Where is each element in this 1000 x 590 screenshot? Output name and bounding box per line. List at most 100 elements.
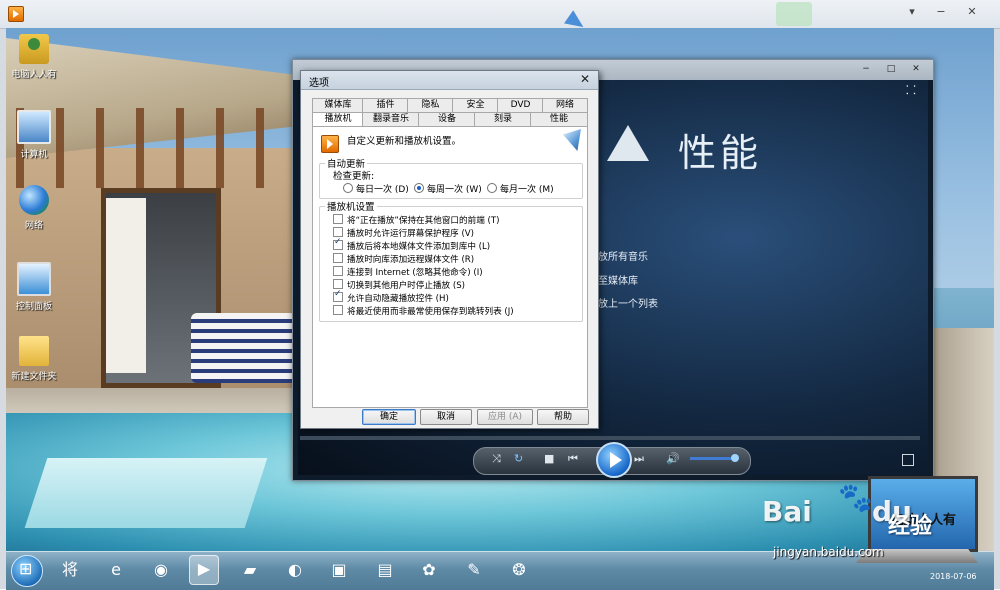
switch-to-now-playing-icon[interactable] — [902, 454, 914, 466]
help-button[interactable]: 帮助 — [537, 409, 589, 425]
checkbox-label: 播放时向库添加远程媒体文件 (R) — [347, 255, 475, 265]
paint-icon[interactable]: ✎ — [460, 557, 488, 583]
desktop-icon-label: 新建文件夹 — [11, 372, 57, 382]
checkbox-label: 将“正在播放”保持在其他窗口的前端 (T) — [347, 216, 500, 226]
baidu-watermark: Bai — [762, 495, 812, 528]
checkbox-add-remote-files[interactable]: 播放时向库添加远程媒体文件 (R) — [333, 253, 474, 265]
ok-button[interactable]: 确定 — [362, 409, 416, 425]
checkbox-box — [333, 227, 343, 237]
radio-label: 每周一次 (W) — [427, 185, 482, 195]
folder-icon — [19, 336, 49, 366]
desktop-icon-label: 电脑人人有 — [11, 70, 57, 80]
desktop-icon-network[interactable]: 网络 — [6, 185, 62, 231]
volume-slider-handle[interactable] — [731, 454, 739, 462]
repeat-icon[interactable]: ↻ — [514, 452, 523, 466]
wmp-heading: 性能 — [678, 131, 763, 175]
desktop-icon-label: 控制面板 — [15, 302, 52, 312]
checkbox-jumplist-recent[interactable]: 将最近使用而非最常使用保存到跳转列表 (J) — [333, 305, 514, 317]
checkbox-autohide-controls[interactable]: 允许自动隐藏播放控件 (H) — [333, 289, 449, 304]
tab-library[interactable]: 媒体库 — [312, 98, 364, 112]
checkbox-box — [333, 266, 343, 276]
tab-plugins[interactable]: 插件 — [362, 98, 409, 112]
dialog-title: 选项 — [309, 78, 329, 89]
control-panel-icon — [17, 262, 51, 296]
browser-icon[interactable]: ◐ — [281, 557, 309, 583]
outer-close-button[interactable]: ✕ — [962, 4, 982, 20]
taskbar-date: 2018-07-06 — [930, 572, 977, 581]
dialog-close-button[interactable]: ✕ — [580, 72, 590, 86]
wmp-minimize-button[interactable]: − — [859, 62, 873, 76]
wmp-maximize-button[interactable]: □ — [884, 62, 898, 76]
outer-titlebar: ▾ − ✕ — [0, 0, 1000, 29]
checkbox-box-checked — [333, 289, 343, 302]
volume-icon[interactable]: 🔊 — [666, 452, 680, 466]
play-button[interactable] — [596, 442, 632, 478]
chrome-icon[interactable]: ◉ — [147, 557, 175, 583]
checkbox-box — [333, 253, 343, 263]
radio-daily[interactable]: 每日一次 (D) — [343, 182, 409, 195]
grid-view-icon[interactable]: ⸬ — [906, 84, 918, 96]
desktop-icon-computer[interactable]: 计算机 — [6, 110, 62, 160]
tab-performance[interactable]: 性能 — [530, 112, 588, 126]
outer-restore-button[interactable]: − — [931, 4, 951, 20]
tab-burn[interactable]: 刻录 — [474, 112, 532, 126]
outer-minimize-button[interactable]: ▾ — [902, 4, 922, 20]
checkbox-label: 允许自动隐藏播放控件 (H) — [347, 294, 449, 304]
radio-label: 每月一次 (M) — [500, 185, 554, 195]
desktop-icon-label: 网络 — [24, 221, 43, 231]
wmp-menu-play-last-list[interactable]: 放上一个列表 — [598, 295, 658, 310]
wmp-menu-play-all-music[interactable]: 放所有音乐 — [598, 248, 648, 263]
tab-devices[interactable]: 设备 — [418, 112, 476, 126]
desktop-icon-control-panel[interactable]: 控制面板 — [6, 262, 62, 312]
radio-weekly[interactable]: 每周一次 (W) — [414, 182, 482, 195]
network-icon — [19, 185, 49, 215]
apply-button[interactable]: 应用 (A) — [477, 409, 533, 425]
checkbox-label: 连接到 Internet (忽略其他命令) (I) — [347, 268, 483, 278]
start-button[interactable] — [11, 555, 43, 587]
checkbox-allow-screensaver[interactable]: 播放时允许运行屏幕保护程序 (V) — [333, 227, 474, 239]
user-folder-icon — [19, 34, 49, 64]
radio-button-selected — [414, 183, 424, 193]
background-badge — [776, 2, 812, 26]
performance-arrow-icon — [607, 125, 649, 161]
wmp-menu-to-library[interactable]: 至媒体库 — [598, 272, 638, 287]
checkbox-now-playing-on-top[interactable]: 将“正在播放”保持在其他窗口的前端 (T) — [333, 214, 500, 226]
next-icon[interactable]: ⏭ — [634, 452, 644, 466]
checkbox-stop-on-user-switch[interactable]: 切换到其他用户时停止播放 (S) — [333, 279, 465, 291]
tab-privacy[interactable]: 隐私 — [407, 98, 454, 112]
panel-description: 自定义更新和播放机设置。 — [347, 136, 462, 147]
stop-icon[interactable]: ■ — [544, 452, 554, 466]
explorer-icon[interactable]: ▤ — [371, 557, 399, 583]
checkbox-label: 播放后将本地媒体文件添加到库中 (L) — [347, 242, 491, 252]
desktop-icon-new-folder[interactable]: 新建文件夹 — [6, 336, 62, 382]
app-icon[interactable]: ❂ — [505, 557, 533, 583]
remote-icon[interactable]: ▣ — [325, 557, 353, 583]
wallpaper-pool-step — [24, 458, 268, 528]
tab-security[interactable]: 安全 — [452, 98, 499, 112]
wmp-icon[interactable]: ▶ — [189, 555, 219, 585]
ie-icon[interactable]: e — [102, 557, 130, 583]
tab-player[interactable]: 播放机 — [312, 112, 364, 127]
seek-bar[interactable] — [300, 436, 920, 440]
shuffle-icon[interactable]: ⤨ — [492, 452, 501, 466]
cancel-button[interactable]: 取消 — [420, 409, 472, 425]
tool-icon[interactable]: ✿ — [415, 557, 443, 583]
tab-dvd[interactable]: DVD — [497, 98, 544, 112]
checkbox-box — [333, 305, 343, 315]
wmp-close-button[interactable]: ✕ — [909, 62, 923, 76]
checkbox-add-local-files[interactable]: 播放后将本地媒体文件添加到库中 (L) — [333, 237, 491, 252]
desktop-icon-user[interactable]: 电脑人人有 — [6, 34, 62, 80]
tab-network[interactable]: 网络 — [542, 98, 588, 112]
checkbox-box — [333, 279, 343, 289]
checkbox-label: 切换到其他用户时停止播放 (S) — [347, 281, 466, 291]
checkbox-label: 将最近使用而非最常使用保存到跳转列表 (J) — [347, 307, 514, 317]
options-dialog: 选项 ✕ 媒体库 插件 隐私 安全 DVD 网络 播放机 翻录音乐 设备 刻录 … — [300, 70, 599, 429]
radio-monthly[interactable]: 每月一次 (M) — [487, 182, 554, 195]
radio-button — [487, 183, 497, 193]
checkbox-connect-internet[interactable]: 连接到 Internet (忽略其他命令) (I) — [333, 266, 483, 278]
checkbox-box-checked — [333, 237, 343, 250]
tab-rip-music[interactable]: 翻录音乐 — [362, 112, 420, 126]
qihoo-icon[interactable]: 将 — [56, 557, 84, 583]
previous-icon[interactable]: ⏮ — [568, 452, 578, 466]
notes-icon[interactable]: ▰ — [236, 557, 264, 583]
